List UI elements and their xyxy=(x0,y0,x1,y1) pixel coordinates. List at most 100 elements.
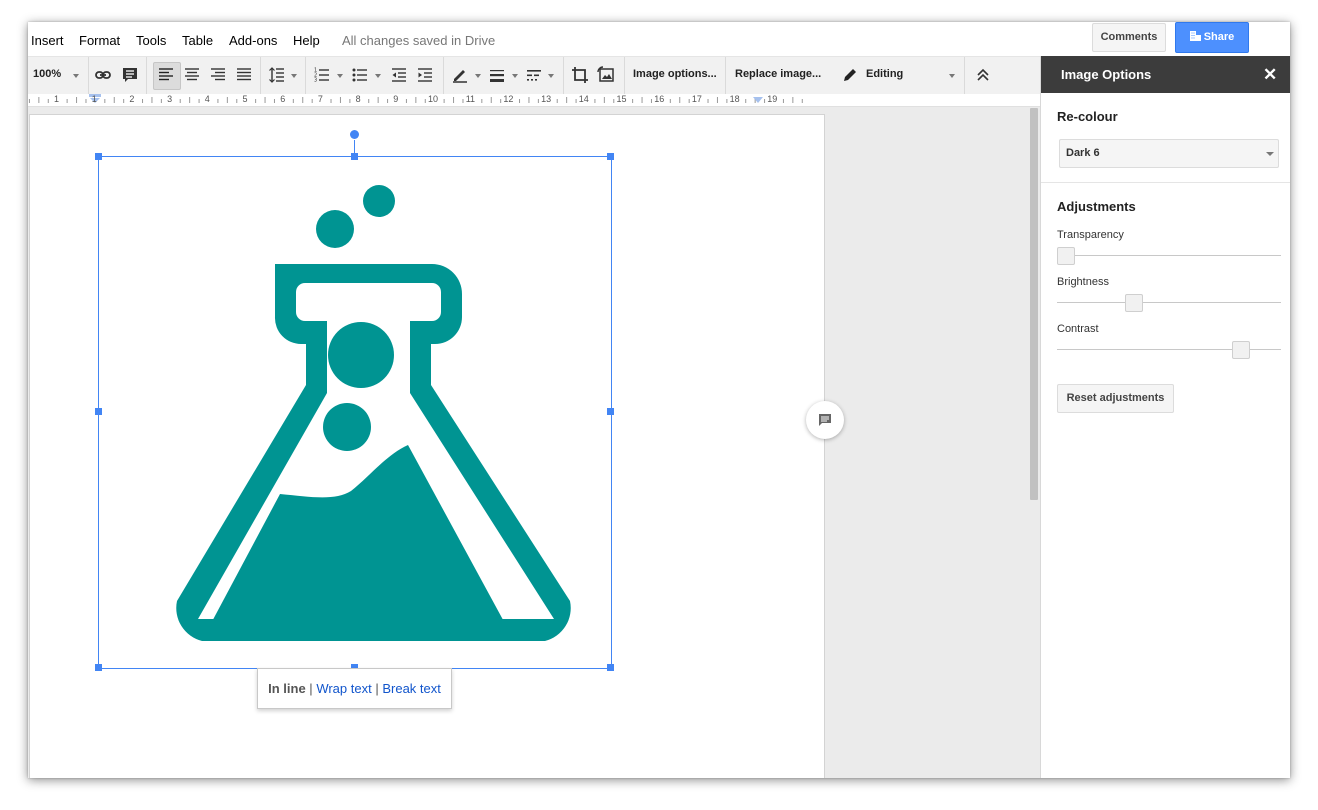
comment-icon xyxy=(819,414,831,426)
wrap-text-option[interactable]: Wrap text xyxy=(316,681,371,696)
ruler-number: 1 xyxy=(91,94,97,104)
toolbar-separator xyxy=(624,57,625,94)
ruler-number: 4 xyxy=(204,94,210,104)
ruler-number: 9 xyxy=(393,94,399,104)
reset-adjustments-button[interactable]: Reset adjustments xyxy=(1057,384,1174,413)
pen-icon[interactable] xyxy=(451,66,469,84)
ruler-number: 17 xyxy=(691,94,702,104)
zoom-select[interactable]: 100% xyxy=(33,68,61,80)
ruler[interactable]: 1 1 2 3 4 5 6 7 8 9 10 11 12 13 14 15 16 17 18 19 xyxy=(28,94,1040,107)
toolbar-separator xyxy=(725,57,726,94)
menu-tools[interactable]: Tools xyxy=(136,33,166,48)
wrap-separator: | xyxy=(309,681,313,696)
menu-format[interactable]: Format xyxy=(79,33,120,48)
replace-image-button[interactable]: Replace image... xyxy=(735,68,821,80)
bulleted-list-caret-icon xyxy=(375,74,381,78)
line-spacing-caret-icon xyxy=(291,74,297,78)
reset-image-icon[interactable] xyxy=(597,66,615,84)
menu-table[interactable]: Table xyxy=(182,33,213,48)
toolbar-separator xyxy=(88,57,89,94)
share-label: Share xyxy=(1203,31,1235,43)
right-indent-marker-icon[interactable] xyxy=(752,96,764,106)
docs-window: Insert Format Tools Table Add-ons Help A… xyxy=(28,22,1290,778)
recolour-heading: Re-colour xyxy=(1057,109,1118,124)
align-right-icon[interactable] xyxy=(209,66,227,84)
ruler-number: 1 xyxy=(54,94,60,104)
transparency-slider-thumb[interactable] xyxy=(1057,247,1075,265)
line-dash-icon[interactable] xyxy=(525,66,543,84)
ruler-number: 19 xyxy=(767,94,778,104)
image-options-panel: Image Options ✕ Re-colour Dark 6 Adjustm… xyxy=(1040,56,1290,778)
break-text-option[interactable]: Break text xyxy=(382,681,441,696)
ruler-number: 6 xyxy=(280,94,286,104)
panel-divider xyxy=(1041,182,1290,183)
bulleted-list-icon[interactable] xyxy=(351,66,369,84)
align-center-icon[interactable] xyxy=(183,66,201,84)
brightness-label: Brightness xyxy=(1057,276,1109,288)
toolbar-separator xyxy=(260,57,261,94)
brightness-slider-track[interactable] xyxy=(1057,302,1281,303)
resize-handle-top-left[interactable] xyxy=(95,153,102,160)
toolbar-separator xyxy=(443,57,444,94)
align-left-icon[interactable] xyxy=(157,66,175,84)
decrease-indent-icon[interactable] xyxy=(390,66,408,84)
line-weight-caret-icon xyxy=(512,74,518,78)
ruler-number: 10 xyxy=(428,94,439,104)
transparency-slider-track[interactable] xyxy=(1057,255,1281,256)
resize-handle-left[interactable] xyxy=(95,408,102,415)
brightness-slider-thumb[interactable] xyxy=(1124,294,1143,312)
comment-add-icon[interactable] xyxy=(121,66,139,84)
numbered-list-caret-icon xyxy=(337,74,343,78)
ruler-number: 3 xyxy=(167,94,173,104)
menu-add-ons[interactable]: Add-ons xyxy=(229,33,277,48)
menu-insert[interactable]: Insert xyxy=(31,33,64,48)
rotate-handle[interactable] xyxy=(350,130,359,139)
panel-title: Image Options xyxy=(1061,67,1152,82)
chevron-down-icon xyxy=(1266,152,1274,156)
panel-header: Image Options ✕ xyxy=(1041,56,1290,93)
ruler-number: 5 xyxy=(242,94,248,104)
zoom-caret-icon xyxy=(73,74,79,78)
editing-mode-caret-icon xyxy=(949,74,955,78)
ruler-ticks xyxy=(28,97,803,103)
building-icon xyxy=(1189,31,1201,41)
contrast-slider-thumb[interactable] xyxy=(1232,341,1251,359)
add-comment-button[interactable] xyxy=(806,401,844,439)
share-button[interactable]: Share xyxy=(1175,22,1249,53)
contrast-label: Contrast xyxy=(1057,323,1099,335)
collapse-menu-icon[interactable] xyxy=(974,66,992,84)
ruler-number: 18 xyxy=(729,94,740,104)
wrap-separator: | xyxy=(375,681,379,696)
resize-handle-right[interactable] xyxy=(607,408,614,415)
pencil-icon xyxy=(844,69,856,81)
document-scrollbar[interactable] xyxy=(1030,108,1038,500)
ruler-number: 2 xyxy=(129,94,135,104)
resize-handle-bottom-left[interactable] xyxy=(95,664,102,671)
toolbar-separator xyxy=(563,57,564,94)
recolour-select[interactable]: Dark 6 xyxy=(1059,139,1279,168)
ruler-number: 7 xyxy=(317,94,323,104)
line-spacing-icon[interactable] xyxy=(268,66,286,84)
editing-mode-select[interactable]: Editing xyxy=(866,68,903,80)
ruler-number: 11 xyxy=(465,94,476,104)
wrap-inline-option[interactable]: In line xyxy=(268,681,306,696)
line-weight-icon[interactable] xyxy=(488,66,506,84)
pen-caret-icon xyxy=(475,74,481,78)
ruler-number: 15 xyxy=(616,94,627,104)
menu-help[interactable]: Help xyxy=(293,33,320,48)
ruler-number: 14 xyxy=(578,94,589,104)
image-selection-box xyxy=(98,156,612,669)
resize-handle-top-right[interactable] xyxy=(607,153,614,160)
crop-icon[interactable] xyxy=(571,66,589,84)
image-options-button[interactable]: Image options... xyxy=(633,68,717,80)
resize-handle-top[interactable] xyxy=(351,153,358,160)
resize-handle-bottom-right[interactable] xyxy=(607,664,614,671)
increase-indent-icon[interactable] xyxy=(416,66,434,84)
numbered-list-icon[interactable]: 123 xyxy=(313,66,331,84)
align-justify-icon[interactable] xyxy=(235,66,253,84)
close-icon[interactable]: ✕ xyxy=(1263,65,1277,85)
comments-button[interactable]: Comments xyxy=(1092,23,1166,52)
toolbar-separator xyxy=(305,57,306,94)
save-status[interactable]: All changes saved in Drive xyxy=(342,33,495,48)
link-icon[interactable] xyxy=(94,66,112,84)
